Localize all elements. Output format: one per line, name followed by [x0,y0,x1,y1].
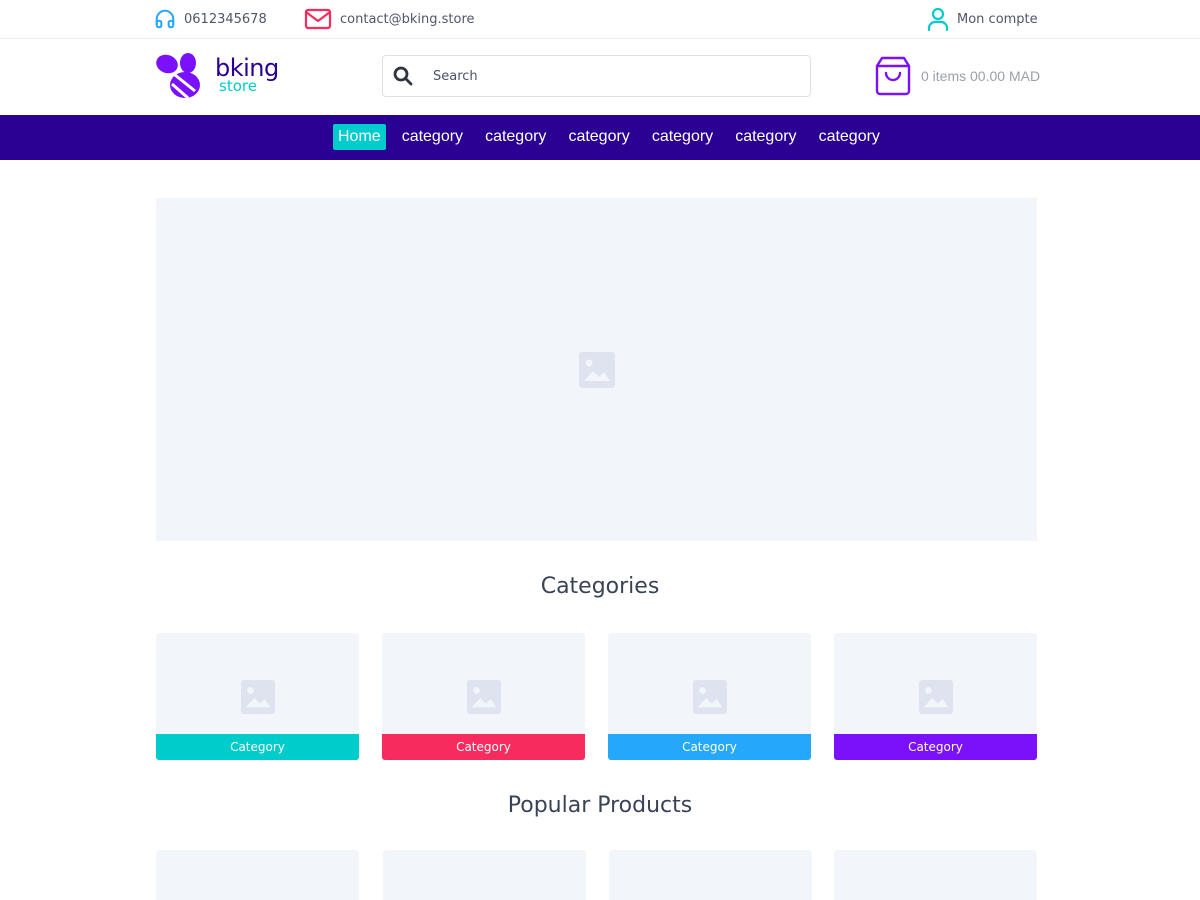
hero-banner[interactable] [156,198,1037,541]
logo-subtext: store [219,77,257,95]
cart-summary: 0 items 00.00 MAD [921,68,1041,84]
nav-list: Home category category category category cate… [333,124,902,150]
user-icon [927,7,949,31]
mail-icon [304,8,332,30]
search-input[interactable] [433,68,773,84]
category-card[interactable]: Category [834,633,1037,760]
category-label: Category [608,734,811,760]
email-contact[interactable]: contact@bking.store [304,6,475,32]
top-contact-bar: 0612345678 contact@bking.store Mon compt… [0,0,1200,39]
category-card[interactable]: Category [156,633,359,760]
category-image [608,633,811,734]
category-label: Category [156,734,359,760]
product-card[interactable] [609,850,812,900]
nav-item-category[interactable]: category [402,124,463,150]
nav-item-home[interactable]: Home [333,124,386,150]
category-label: Category [834,734,1037,760]
category-image [156,633,359,734]
popular-products-heading: Popular Products [507,793,693,818]
product-card[interactable] [156,850,359,900]
image-placeholder-icon [466,679,501,714]
category-label: Category [382,734,585,760]
category-card[interactable]: Category [608,633,811,760]
main-navigation: Home category category category category cate… [0,115,1200,160]
site-header: bking store 0 items 00.00 MAD [0,39,1200,115]
image-placeholder-icon [578,351,615,388]
account-link[interactable]: Mon compte [927,6,1038,32]
phone-number: 0612345678 [184,11,267,27]
nav-item-category[interactable]: category [485,124,546,150]
nav-item-category[interactable]: category [652,124,713,150]
account-label: Mon compte [957,11,1038,27]
image-placeholder-icon [240,679,275,714]
shopping-bag-icon [875,56,911,96]
categories-heading: Categories [540,574,660,599]
image-placeholder-icon [692,679,727,714]
cart[interactable]: 0 items 00.00 MAD [875,56,1040,96]
nav-item-category[interactable]: category [819,124,880,150]
headphones-icon [155,9,175,29]
nav-item-category[interactable]: category [735,124,796,150]
nav-item-category[interactable]: category [568,124,629,150]
search-icon[interactable] [393,66,413,86]
logo[interactable]: bking store [155,51,295,101]
email-address: contact@bking.store [340,11,475,27]
category-image [382,633,585,734]
bee-logo-icon [156,53,200,100]
search-bar [382,55,811,97]
phone-contact[interactable]: 0612345678 [154,6,267,32]
image-placeholder-icon [918,679,953,714]
product-card[interactable] [383,850,586,900]
category-card[interactable]: Category [382,633,585,760]
category-image [834,633,1037,734]
product-card[interactable] [834,850,1037,900]
